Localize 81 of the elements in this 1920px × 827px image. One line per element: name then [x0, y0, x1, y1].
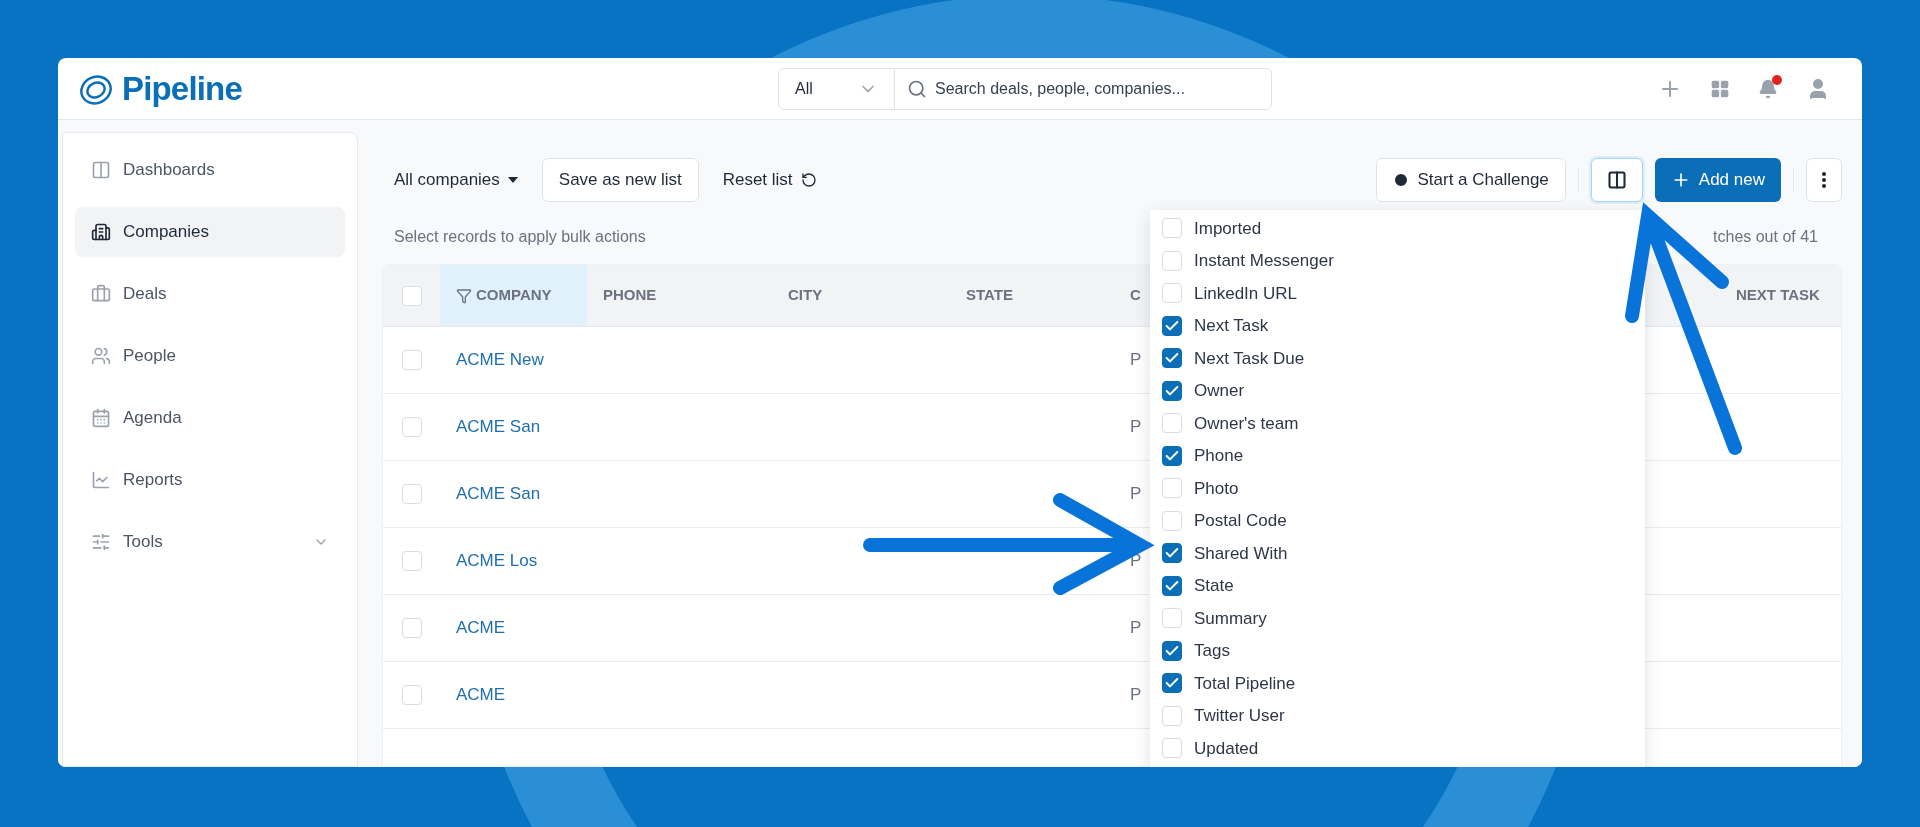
nav-icon	[91, 470, 111, 490]
column-option[interactable]: Instant Messenger	[1162, 244, 1334, 277]
option-checkbox[interactable]	[1162, 575, 1182, 596]
column-option[interactable]: Postal Code	[1162, 504, 1287, 537]
more-options-button[interactable]	[1806, 158, 1842, 202]
company-link[interactable]: ACME New	[456, 347, 544, 373]
nav-icon	[91, 284, 111, 304]
column-option[interactable]: Owner	[1162, 374, 1245, 407]
company-link[interactable]: ACME San	[456, 414, 541, 440]
company-link[interactable]: ACME Los	[456, 548, 538, 574]
sidebar-item[interactable]: Tools	[75, 517, 345, 567]
column-option[interactable]: Total Pipeline	[1162, 667, 1296, 700]
row-checkbox[interactable]	[401, 417, 422, 437]
option-checkbox[interactable]	[1162, 640, 1182, 661]
column-header[interactable]: COMPANY	[440, 265, 587, 326]
list-selector[interactable]: All companies	[382, 167, 530, 193]
row-checkbox[interactable]	[401, 484, 422, 504]
column-option[interactable]: Next Task	[1162, 309, 1269, 342]
column-option[interactable]: Updated	[1162, 732, 1259, 765]
save-list-button[interactable]: Save as new list	[541, 158, 699, 202]
reset-icon	[800, 172, 817, 188]
nav-icon	[91, 160, 111, 180]
select-all-checkbox[interactable]	[401, 285, 422, 306]
app-logo-text: Pipeline	[122, 68, 242, 109]
table-cell-text: P	[1130, 349, 1142, 372]
column-option[interactable]: Owner's team	[1162, 407, 1299, 440]
column-header[interactable]: CITY	[772, 265, 950, 326]
company-link[interactable]: ACME	[456, 615, 506, 641]
column-option[interactable]: Summary	[1162, 602, 1267, 635]
row-checkbox[interactable]	[401, 618, 422, 638]
row-checkbox[interactable]	[401, 350, 422, 370]
column-option[interactable]: Photo	[1162, 472, 1239, 505]
search-bar[interactable]: All Search deals, people, companies...	[778, 67, 1272, 110]
table-cell-text: P	[1130, 684, 1142, 707]
column-header[interactable]: NEXT TASK	[1658, 265, 1841, 326]
nav-icon	[91, 532, 111, 552]
reset-list-button[interactable]: Reset list	[710, 167, 829, 193]
sidebar-item[interactable]: Deals	[75, 269, 345, 319]
table-cell-text: P	[1130, 483, 1142, 506]
search-icon	[907, 78, 927, 99]
row-checkbox[interactable]	[401, 551, 422, 571]
sidebar-item[interactable]: Reports	[75, 455, 345, 505]
challenge-button[interactable]: Start a Challenge	[1376, 158, 1566, 202]
option-checkbox[interactable]	[1162, 348, 1182, 369]
caret-icon	[507, 177, 518, 183]
column-option[interactable]: Phone	[1162, 439, 1244, 472]
option-checkbox[interactable]	[1162, 673, 1182, 694]
match-count: tches out of 41	[1713, 227, 1819, 247]
option-checkbox[interactable]	[1162, 380, 1182, 401]
column-option[interactable]: LinkedIn URL	[1162, 277, 1297, 310]
nav-icon	[91, 222, 111, 242]
columns-icon	[1606, 170, 1627, 190]
column-option[interactable]: Imported	[1162, 212, 1262, 245]
search-scope-dropdown[interactable]: All	[779, 68, 895, 109]
sidebar-item[interactable]: Dashboards	[75, 145, 345, 195]
column-header[interactable]: PHONE	[587, 265, 772, 326]
company-link[interactable]: ACME	[456, 682, 506, 708]
row-checkbox[interactable]	[401, 685, 422, 705]
table-cell-text: P	[1130, 416, 1142, 439]
column-option[interactable]: State	[1162, 569, 1234, 602]
column-option[interactable]: Shared With	[1162, 537, 1288, 570]
option-checkbox[interactable]	[1162, 315, 1182, 336]
bulk-actions-hint: Select records to apply bulk actions	[394, 227, 646, 247]
option-checkbox[interactable]	[1162, 543, 1182, 564]
table-cell-text: P	[1130, 617, 1142, 640]
column-option[interactable]: Twitter User	[1162, 699, 1285, 732]
option-checkbox[interactable]	[1162, 445, 1182, 466]
add-new-button[interactable]: Add new	[1654, 158, 1781, 202]
company-link[interactable]: ACME San	[456, 481, 541, 507]
column-option[interactable]: Next Task Due	[1162, 342, 1305, 375]
column-header[interactable]: STATE	[950, 265, 1128, 326]
columns-toggle-button[interactable]	[1590, 158, 1643, 202]
sidebar-item[interactable]: People	[75, 331, 345, 381]
more-icon	[1822, 172, 1826, 188]
sidebar-item[interactable]: Companies	[75, 207, 345, 257]
column-option[interactable]: Tags	[1162, 634, 1230, 667]
apps-grid-icon[interactable]	[1710, 78, 1730, 99]
nav-icon	[91, 408, 111, 428]
filter-icon	[456, 287, 472, 304]
sidebar-item[interactable]: Agenda	[75, 393, 345, 443]
nav-icon	[91, 346, 111, 366]
